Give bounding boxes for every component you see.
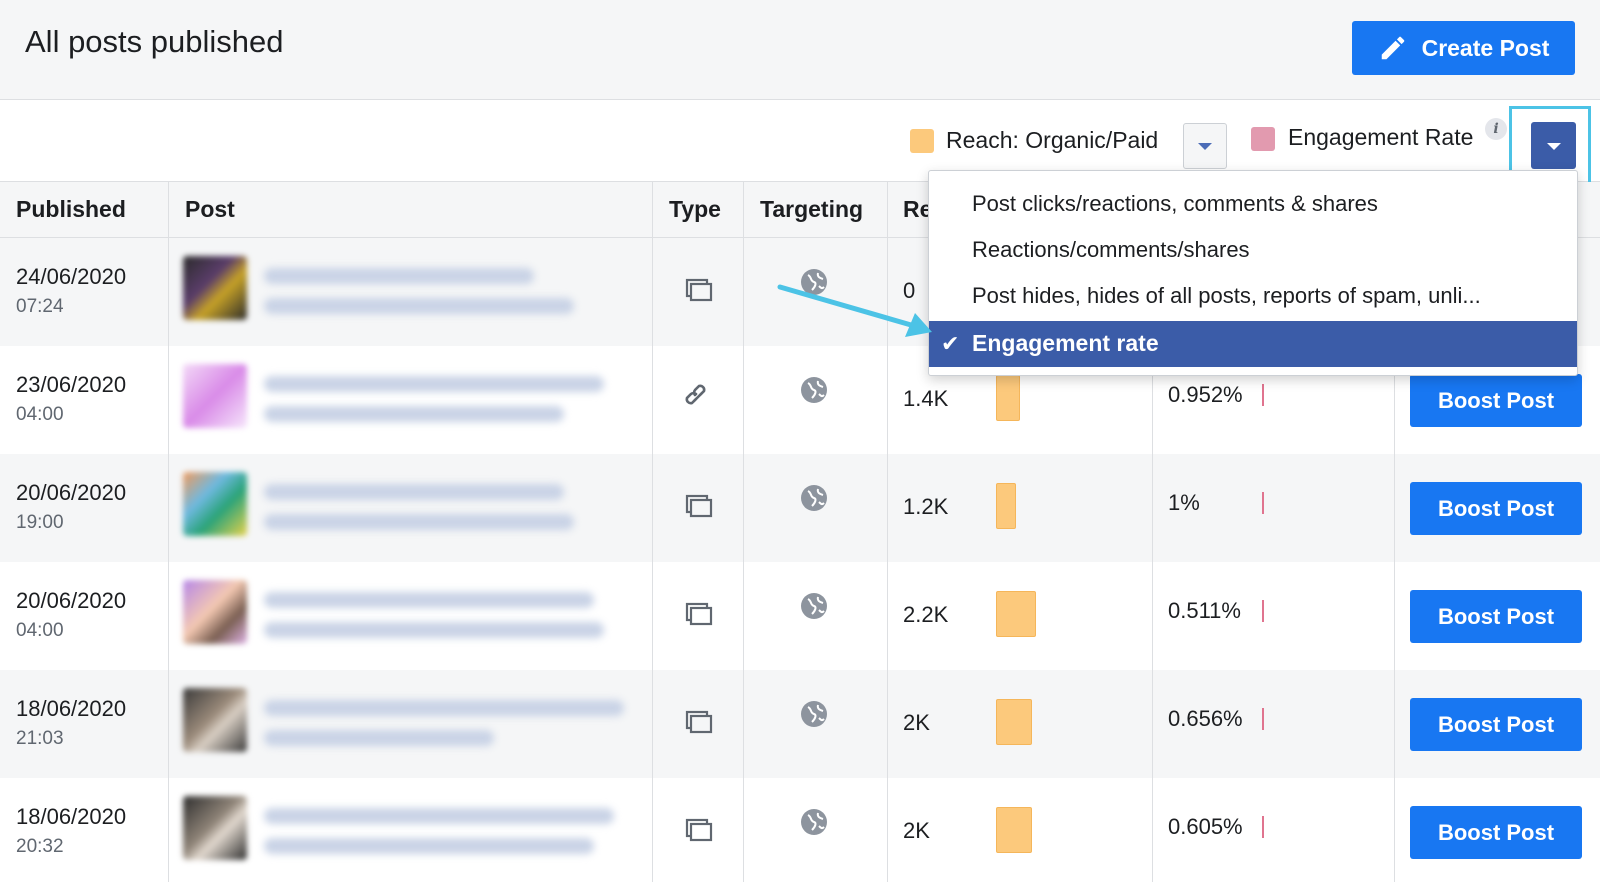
post-text-blurred[interactable] [264,730,494,746]
post-text-blurred[interactable] [264,514,574,530]
reach-value: 2.2K [903,602,949,627]
info-icon[interactable]: i [1485,118,1507,140]
create-post-button[interactable]: Create Post [1352,21,1575,75]
engagement-metric-menu: Post clicks/reactions, comments & shares… [928,170,1578,376]
menu-item-reactions[interactable]: Reactions/comments/shares [972,237,1250,263]
annotation-arrow-icon [777,284,932,337]
post-thumbnail[interactable] [183,472,247,536]
post-thumbnail[interactable] [183,364,247,428]
published-date: 20/06/2020 [16,480,127,505]
photo-album-icon [685,494,713,518]
caret-down-icon [1198,143,1212,150]
engagement-legend-swatch [1251,127,1275,151]
engagement-rate-value: 0.656% [1168,706,1243,731]
reach-value: 2K [903,818,930,843]
column-divider [743,182,744,882]
reach-bar [996,591,1036,637]
column-published[interactable]: Published [16,196,126,223]
globe-icon [801,377,827,403]
reach-bar [996,375,1020,421]
boost-post-button[interactable]: Boost Post [1410,698,1582,751]
page-title: All posts published [25,24,284,59]
boost-post-button[interactable]: Boost Post [1410,482,1582,535]
engagement-rate-bar [1262,816,1264,838]
column-divider [652,182,653,882]
globe-icon [801,809,827,835]
published-date: 18/06/2020 [16,696,127,721]
engagement-rate-bar [1262,708,1264,730]
boost-post-button[interactable]: Boost Post [1410,374,1582,427]
table-row[interactable]: 18/06/2020 20:32 2K 0.605% Boost Post [0,778,1600,882]
reach-bar [996,807,1032,853]
caret-down-icon [1546,142,1561,150]
post-thumbnail[interactable] [183,796,247,860]
page-header: All posts published Create Post [0,0,1600,100]
post-text-blurred[interactable] [264,622,604,638]
column-type[interactable]: Type [669,196,721,223]
column-targeting[interactable]: Targeting [760,196,863,223]
post-text-blurred[interactable] [264,808,614,824]
published-date: 18/06/2020 [16,804,127,829]
post-thumbnail[interactable] [183,688,247,752]
engagement-rate-bar [1262,384,1264,406]
engagement-metric-dropdown[interactable] [1531,122,1576,169]
engagement-rate-value: 0.511% [1168,598,1241,623]
photo-album-icon [685,602,713,626]
published-time: 19:00 [16,512,64,533]
table-row[interactable]: 20/06/2020 04:00 2.2K 0.511% Boost Post [0,562,1600,670]
published-time: 21:03 [16,728,64,749]
engagement-rate-bar [1262,492,1264,514]
menu-item-engagement-rate[interactable]: ✔ Engagement rate [929,321,1577,367]
menu-item-post-hides[interactable]: Post hides, hides of all posts, reports … [972,283,1481,309]
create-post-label: Create Post [1421,34,1550,61]
menu-item-post-clicks[interactable]: Post clicks/reactions, comments & shares [972,191,1378,217]
reach-bar [996,699,1032,745]
globe-icon [801,485,827,511]
published-time: 04:00 [16,404,64,425]
post-text-blurred[interactable] [264,376,604,392]
published-time: 04:00 [16,620,64,641]
post-thumbnail[interactable] [183,256,247,320]
post-text-blurred[interactable] [264,406,564,422]
post-text-blurred[interactable] [264,484,564,500]
engagement-rate-value: 1% [1168,490,1200,515]
reach-value: 2K [903,710,930,735]
table-row[interactable]: 20/06/2020 19:00 1.2K 1% Boost Post [0,454,1600,562]
table-row[interactable]: 18/06/2020 21:03 2K 0.656% Boost Post [0,670,1600,778]
published-time: 07:24 [16,296,64,317]
reach-bar [996,483,1016,529]
globe-icon [801,593,827,619]
boost-post-button[interactable]: Boost Post [1410,806,1582,859]
post-text-blurred[interactable] [264,700,624,716]
reach-value: 1.2K [903,494,949,519]
published-date: 20/06/2020 [16,588,127,613]
link-icon [685,384,706,405]
reach-metric-dropdown[interactable] [1183,123,1227,169]
photo-album-icon [685,710,713,734]
engagement-legend-label: Engagement Rate [1288,124,1474,150]
column-divider [168,182,169,882]
engagement-rate-bar [1262,600,1264,622]
engagement-rate-value: 0.605% [1168,814,1243,839]
post-thumbnail[interactable] [183,580,247,644]
published-date: 24/06/2020 [16,264,127,289]
boost-post-button[interactable]: Boost Post [1410,590,1582,643]
reach-legend-label: Reach: Organic/Paid [946,127,1159,153]
post-text-blurred[interactable] [264,268,534,284]
menu-item-label: Engagement rate [972,330,1159,356]
post-text-blurred[interactable] [264,838,594,854]
globe-icon [801,701,827,727]
column-post[interactable]: Post [185,196,235,223]
post-text-blurred[interactable] [264,592,594,608]
reach-value: 1.4K [903,386,949,411]
post-text-blurred[interactable] [264,298,574,314]
photo-album-icon [685,278,713,302]
engagement-rate-value: 0.952% [1168,382,1243,407]
published-time: 20:32 [16,836,64,857]
photo-album-icon [685,818,713,842]
pencil-icon [1381,36,1404,60]
published-date: 23/06/2020 [16,372,127,397]
reach-legend-swatch [910,129,934,153]
